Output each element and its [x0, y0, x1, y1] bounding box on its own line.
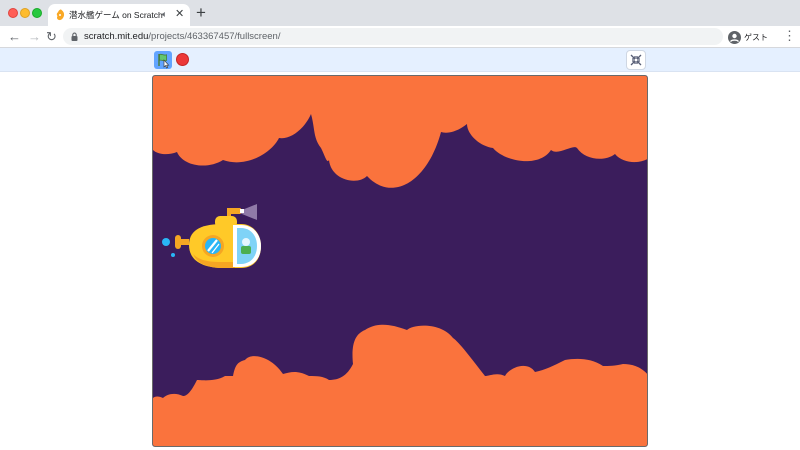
stage-canvas[interactable]: [153, 76, 648, 447]
arrow-left-icon[interactable]: ←: [8, 28, 21, 46]
arrow-right-icon[interactable]: →: [28, 28, 41, 46]
periscope-head: [227, 208, 241, 214]
address-bar[interactable]: scratch.mit.edu/projects/463367457/fulls…: [63, 28, 723, 45]
bubble: [162, 238, 170, 246]
lock-icon: [71, 32, 78, 41]
browser-tab-active[interactable]: 潜水艦ゲーム on Scratch 🔈︎ ✕: [48, 4, 190, 26]
stop-button[interactable]: [176, 53, 189, 66]
stage-header: [0, 48, 800, 72]
periscope-lens: [240, 209, 244, 213]
propeller-shaft: [179, 239, 189, 245]
account-icon: [728, 30, 741, 44]
browser-titlebar: 潜水艦ゲーム on Scratch 🔈︎ ✕ +: [0, 0, 800, 26]
tab-title: 潜水艦ゲーム on Scratch: [69, 10, 163, 20]
profile-name: ゲスト: [744, 32, 768, 42]
url-host: scratch.mit.edu: [84, 31, 149, 42]
scratch-favicon-icon: [56, 9, 65, 21]
window-minimize-button[interactable]: [20, 8, 30, 18]
reload-icon[interactable]: ↻: [46, 28, 57, 46]
speaker-icon[interactable]: 🔈︎: [162, 8, 167, 20]
profile-button[interactable]: ゲスト: [728, 29, 768, 45]
unfullscreen-icon: [630, 54, 642, 66]
url-text: scratch.mit.edu/projects/463367457/fulls…: [84, 31, 280, 42]
window-close-button[interactable]: [8, 8, 18, 18]
diver-body: [241, 246, 251, 254]
url-path: /projects/463367457/fullscreen/: [148, 31, 281, 42]
window-maximize-button[interactable]: [32, 8, 42, 18]
project-stage[interactable]: [152, 75, 648, 447]
unfullscreen-button[interactable]: [626, 50, 646, 70]
green-flag-button[interactable]: [154, 51, 172, 69]
more-vert-icon[interactable]: ⋮: [783, 29, 796, 43]
diver-head: [242, 238, 250, 246]
bubble: [171, 253, 175, 257]
green-flag-icon: [158, 53, 170, 69]
browser-toolbar: ← → ↻ scratch.mit.edu/projects/463367457…: [0, 26, 800, 48]
close-icon[interactable]: ✕: [175, 7, 184, 21]
plus-icon[interactable]: +: [196, 4, 206, 21]
